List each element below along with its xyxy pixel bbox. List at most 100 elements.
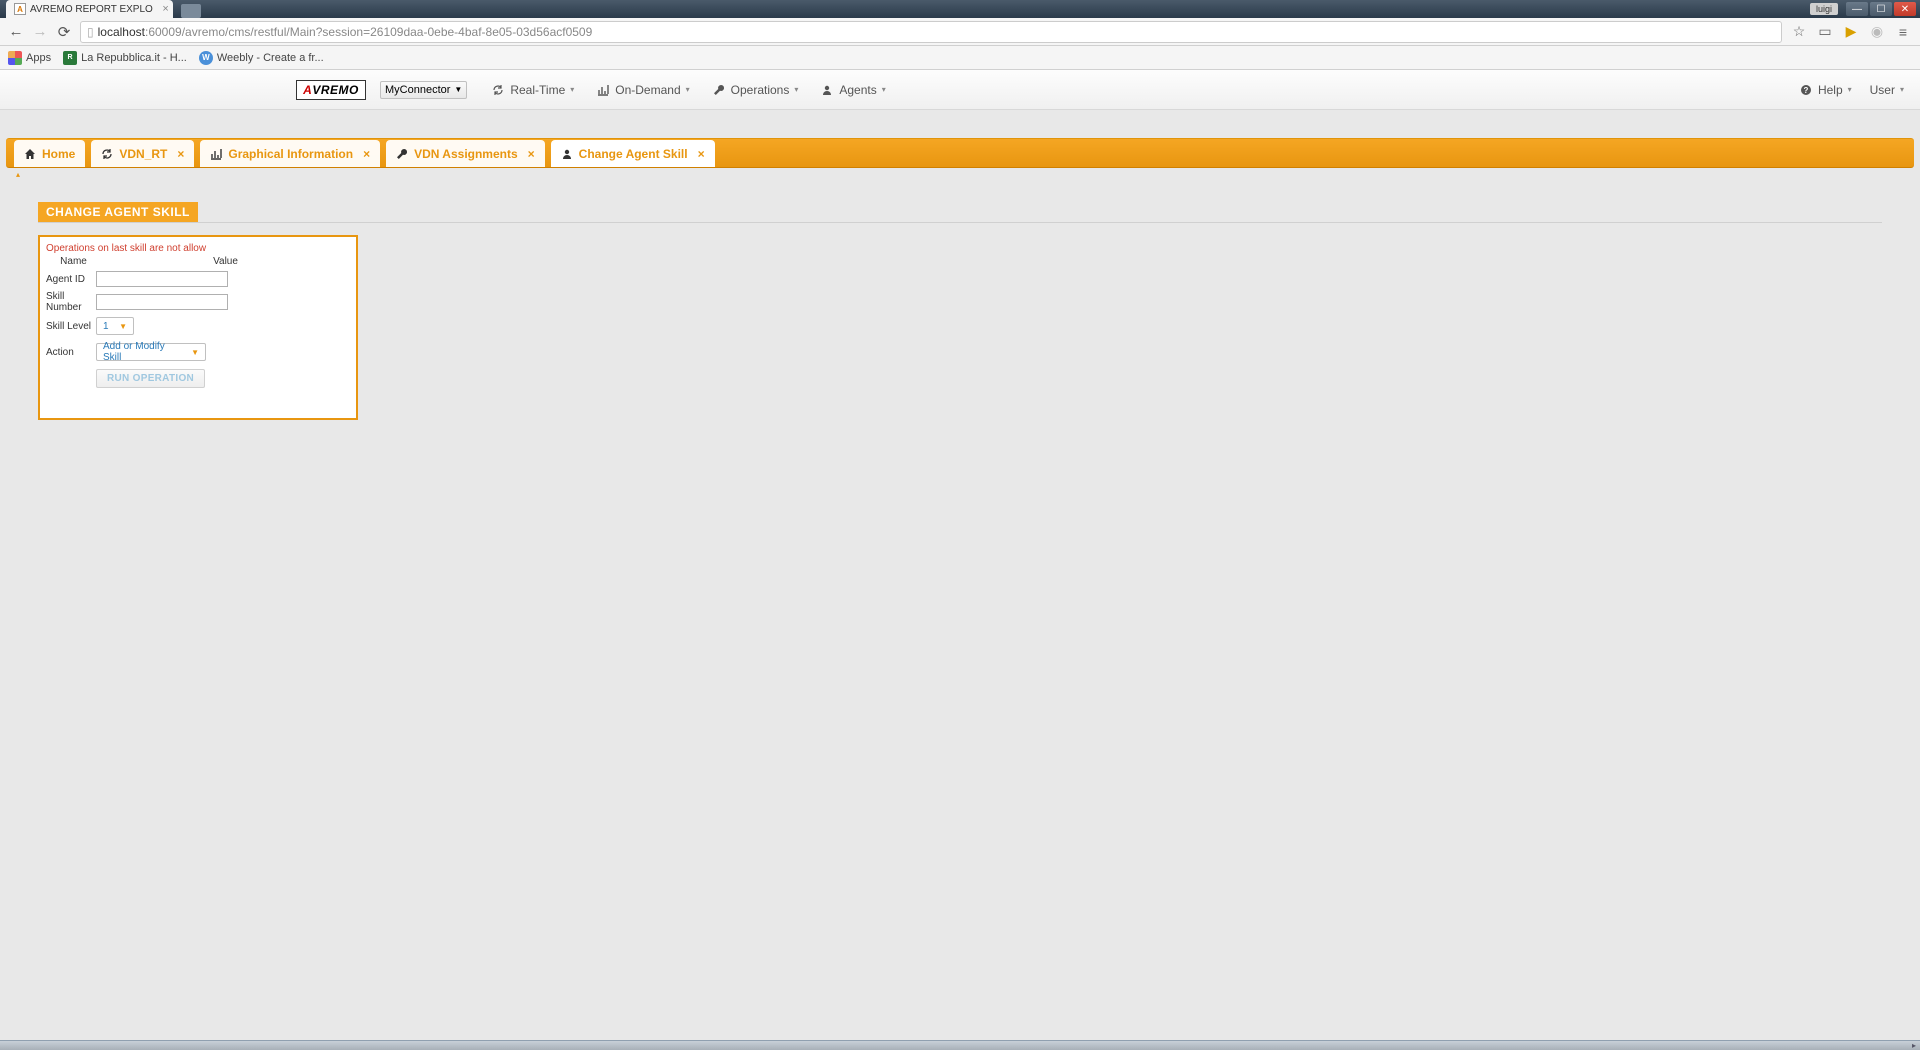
user-icon bbox=[820, 83, 834, 97]
menu-label: User bbox=[1870, 83, 1895, 97]
minimize-button[interactable]: — bbox=[1846, 2, 1868, 16]
label-agent-id: Agent ID bbox=[46, 274, 96, 285]
divider bbox=[38, 222, 1882, 223]
device-icon[interactable]: ▭ bbox=[1816, 23, 1834, 41]
action-select[interactable]: Add or Modify Skill ▼ bbox=[96, 343, 206, 361]
close-icon[interactable]: × bbox=[363, 147, 370, 161]
header-value: Value bbox=[101, 256, 350, 267]
panel-title: CHANGE AGENT SKILL bbox=[38, 202, 198, 222]
extension-play-icon[interactable]: ▶ bbox=[1842, 23, 1860, 41]
collapse-indicator: ▴ bbox=[6, 168, 1914, 178]
bookmark-label: Weebly - Create a fr... bbox=[217, 52, 324, 64]
start-button[interactable] bbox=[2, 1041, 20, 1050]
menu-agents[interactable]: Agents ▾ bbox=[820, 83, 885, 97]
chevron-down-icon: ▾ bbox=[686, 85, 690, 94]
taskbar: ▸ bbox=[0, 1040, 1920, 1050]
tab-change-agent-skill[interactable]: Change Agent Skill × bbox=[551, 140, 715, 167]
url-bar[interactable]: ▯ localhost:60009/avremo/cms/restful/Mai… bbox=[80, 21, 1782, 43]
menu-right: ? Help ▾ User ▾ bbox=[1799, 83, 1904, 97]
menu-help[interactable]: ? Help ▾ bbox=[1799, 83, 1852, 97]
close-window-button[interactable]: ✕ bbox=[1894, 2, 1916, 16]
os-user-badge: luigi bbox=[1810, 3, 1838, 15]
wrench-icon bbox=[712, 83, 726, 97]
apps-icon bbox=[8, 51, 22, 65]
bookmark-repubblica[interactable]: R La Repubblica.it - H... bbox=[63, 51, 187, 65]
connector-label: MyConnector bbox=[385, 84, 450, 96]
browser-toolbar: ← → ⟳ ▯ localhost:60009/avremo/cms/restf… bbox=[0, 18, 1920, 46]
new-tab-button[interactable] bbox=[181, 4, 201, 18]
action-value: Add or Modify Skill bbox=[103, 341, 183, 363]
chart-icon bbox=[210, 148, 222, 160]
tab-label: Graphical Information bbox=[228, 147, 353, 161]
browser-titlebar: A AVREMO REPORT EXPLO × luigi — ☐ ✕ bbox=[0, 0, 1920, 18]
menu-user[interactable]: User ▾ bbox=[1870, 83, 1904, 97]
menu-label: Real-Time bbox=[510, 83, 565, 97]
chevron-down-icon: ▾ bbox=[1900, 85, 1904, 94]
skill-level-select[interactable]: 1 ▼ bbox=[96, 317, 134, 335]
page-icon: ▯ bbox=[87, 25, 94, 39]
back-button[interactable]: ← bbox=[8, 24, 24, 40]
browser-tab-strip: A AVREMO REPORT EXPLO × bbox=[0, 0, 201, 18]
bookmark-weebly[interactable]: W Weebly - Create a fr... bbox=[199, 51, 324, 65]
reload-button[interactable]: ⟳ bbox=[56, 24, 72, 40]
logo-rest: VREMO bbox=[312, 83, 359, 97]
close-icon[interactable]: × bbox=[162, 3, 168, 15]
menu-operations[interactable]: Operations ▾ bbox=[712, 83, 799, 97]
agent-id-input[interactable] bbox=[96, 271, 228, 287]
refresh-icon bbox=[491, 83, 505, 97]
menu-label: Operations bbox=[731, 83, 790, 97]
tab-label: VDN Assignments bbox=[414, 147, 518, 161]
app-logo: AVREMO bbox=[296, 80, 366, 100]
wrench-icon bbox=[396, 148, 408, 160]
menu-realtime[interactable]: Real-Time ▾ bbox=[491, 83, 574, 97]
change-agent-skill-form: Operations on last skill are not allow N… bbox=[38, 235, 358, 420]
workspace-tabs: Home VDN_RT × Graphical Information × VD… bbox=[6, 138, 1914, 168]
close-icon[interactable]: × bbox=[698, 147, 705, 161]
weebly-icon: W bbox=[199, 51, 213, 65]
browser-tab-title: AVREMO REPORT EXPLO bbox=[30, 4, 153, 15]
tab-home[interactable]: Home bbox=[14, 140, 85, 167]
menu-icon[interactable]: ≡ bbox=[1894, 23, 1912, 41]
run-operation-button[interactable]: RUN OPERATION bbox=[96, 369, 205, 388]
extension-icon[interactable]: ◉ bbox=[1868, 23, 1886, 41]
close-icon[interactable]: × bbox=[177, 147, 184, 161]
forward-button[interactable]: → bbox=[32, 24, 48, 40]
skill-level-value: 1 bbox=[103, 321, 109, 332]
connector-select[interactable]: MyConnector ▼ bbox=[380, 81, 467, 99]
help-icon: ? bbox=[1799, 83, 1813, 97]
bookmark-apps[interactable]: Apps bbox=[8, 51, 51, 65]
row-skill-level: Skill Level 1 ▼ bbox=[46, 317, 350, 335]
tab-vdn-rt[interactable]: VDN_RT × bbox=[91, 140, 194, 167]
tab-label: Home bbox=[42, 147, 75, 161]
tab-vdn-assignments[interactable]: VDN Assignments × bbox=[386, 140, 545, 167]
close-icon[interactable]: × bbox=[528, 147, 535, 161]
favicon-icon: A bbox=[14, 3, 26, 15]
form-warning: Operations on last skill are not allow bbox=[46, 243, 350, 254]
content-wrap: ▴ CHANGE AGENT SKILL Operations on last … bbox=[0, 168, 1920, 758]
chevron-down-icon: ▾ bbox=[1848, 85, 1852, 94]
label-skill-level: Skill Level bbox=[46, 321, 96, 332]
url-path: :60009/avremo/cms/restful/Main?session=2… bbox=[145, 25, 592, 39]
refresh-icon bbox=[101, 148, 113, 160]
skill-number-input[interactable] bbox=[96, 294, 228, 310]
logo-a: A bbox=[303, 83, 312, 97]
form-headers: Name Value bbox=[46, 256, 350, 267]
row-action: Action Add or Modify Skill ▼ bbox=[46, 343, 350, 361]
header-name: Name bbox=[46, 256, 101, 267]
chevron-down-icon: ▼ bbox=[191, 348, 199, 357]
menu-label: Agents bbox=[839, 83, 876, 97]
main-menu: Real-Time ▾ On-Demand ▾ Operations ▾ Age… bbox=[491, 83, 885, 97]
label-action: Action bbox=[46, 347, 96, 358]
star-icon[interactable]: ☆ bbox=[1790, 23, 1808, 41]
chevron-down-icon: ▾ bbox=[794, 85, 798, 94]
user-icon bbox=[561, 148, 573, 160]
maximize-button[interactable]: ☐ bbox=[1870, 2, 1892, 16]
scroll-right-icon[interactable]: ▸ bbox=[1912, 1041, 1920, 1050]
tab-graphical-info[interactable]: Graphical Information × bbox=[200, 140, 380, 167]
chevron-down-icon: ▾ bbox=[882, 85, 886, 94]
menu-ondemand[interactable]: On-Demand ▾ bbox=[596, 83, 689, 97]
browser-tab[interactable]: A AVREMO REPORT EXPLO × bbox=[6, 0, 173, 18]
row-agent-id: Agent ID bbox=[46, 271, 350, 287]
svg-text:?: ? bbox=[1803, 86, 1808, 95]
chevron-down-icon: ▾ bbox=[570, 85, 574, 94]
